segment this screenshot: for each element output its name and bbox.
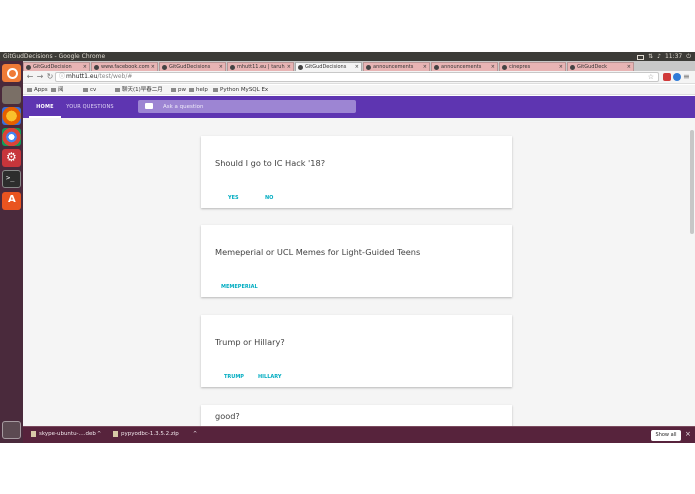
reload-icon[interactable]: ↻ <box>45 72 55 82</box>
browser-tab[interactable]: GitGudDecision × <box>23 62 90 71</box>
answer-button[interactable]: YES <box>228 195 239 201</box>
browser-tab[interactable]: mhutt11.eu | taruh × <box>227 62 294 71</box>
page-scrollbar[interactable] <box>690 130 694 234</box>
question-title: Trump or Hillary? <box>215 337 285 347</box>
window-title: GitGudDecisions - Google Chrome <box>3 53 106 60</box>
close-icon[interactable]: × <box>627 63 631 71</box>
firefox-icon[interactable] <box>2 107 21 125</box>
forward-icon[interactable]: → <box>35 72 45 82</box>
browser-tab[interactable]: GitGudDeck × <box>567 62 634 71</box>
screenshot: GitGudDecisions - Google Chrome ⇅ ♪ 11:3… <box>0 0 695 494</box>
bookmark-pw[interactable]: pw <box>171 85 186 95</box>
power-icon[interactable]: ⏻ <box>686 52 691 61</box>
extension-icon[interactable] <box>663 73 671 81</box>
web-page: HOME YOUR QUESTIONS Should I go to IC Ha… <box>23 96 695 426</box>
bookmark-star-icon[interactable]: ☆ <box>648 73 654 81</box>
menu-icon[interactable]: ≡ <box>683 73 691 81</box>
download-item[interactable]: pypyodbc-1.3.5.2.zip <box>113 431 179 437</box>
extension-icon[interactable] <box>673 73 681 81</box>
settings-icon[interactable] <box>2 149 21 167</box>
chevron-up-icon[interactable]: ^ <box>97 431 101 437</box>
address-bar[interactable]: ⓘ mhutt1.eu/test/web/# ☆ <box>55 72 659 82</box>
chevron-up-icon[interactable]: ^ <box>193 431 197 437</box>
question-title: Memeperial or UCL Memes for Light-Guided… <box>215 247 421 257</box>
close-icon[interactable]: × <box>423 63 427 71</box>
back-icon[interactable]: ← <box>25 72 35 82</box>
page-info-icon[interactable]: ⓘ <box>59 73 65 81</box>
terminal-icon[interactable] <box>2 170 21 188</box>
clock[interactable]: 11:37 <box>665 52 682 61</box>
ask-question-box[interactable] <box>138 100 356 113</box>
close-icon[interactable]: × <box>355 63 359 71</box>
dash-home-icon[interactable] <box>2 64 21 82</box>
browser-tab[interactable]: announcements × <box>431 62 498 71</box>
question-card: good? <box>201 405 512 426</box>
network-icon[interactable]: ⇅ <box>648 52 653 61</box>
answer-button[interactable]: TRUMP <box>224 374 244 380</box>
answer-button[interactable]: HILLARY <box>258 374 281 380</box>
tab-home[interactable]: HOME <box>29 96 61 118</box>
question-card: Memeperial or UCL Memes for Light-Guided… <box>201 225 512 297</box>
download-item[interactable]: skype-ubuntu-....deb <box>31 431 96 437</box>
keyboard-icon[interactable] <box>637 55 645 60</box>
show-all-button[interactable]: Show all <box>651 430 681 441</box>
tab-your-questions[interactable]: YOUR QUESTIONS <box>65 96 115 118</box>
software-center-icon[interactable] <box>2 192 21 210</box>
answer-button[interactable]: NO <box>265 195 273 201</box>
bookmark-chat[interactable]: 聊天(1)早春二月 <box>115 85 163 95</box>
url-path: /test/web/# <box>97 73 133 80</box>
browser-tab[interactable]: cinepres × <box>499 62 566 71</box>
browser-window: GitGudDecision × www.facebook.com × GitGud… <box>23 61 695 443</box>
comment-icon <box>145 103 153 109</box>
question-card: Trump or Hillary? TRUMP HILLARY <box>201 315 512 387</box>
url-host: mhutt1.eu <box>66 73 98 80</box>
browser-toolbar: ← → ↻ ⓘ mhutt1.eu/test/web/# ☆ ≡ <box>23 71 695 84</box>
download-shelf: skype-ubuntu-....deb ^ pypyodbc-1.3.5.2.… <box>23 426 695 443</box>
close-icon[interactable]: × <box>151 63 155 71</box>
close-icon[interactable]: × <box>685 430 691 438</box>
volume-icon[interactable]: ♪ <box>657 52 661 61</box>
close-icon[interactable]: × <box>219 63 223 71</box>
browser-tab-active[interactable]: GitGudDecisions × <box>295 62 362 71</box>
bookmarks-bar: Apps 阅 cv 聊天(1)早春二月 pw help Python MySQL… <box>23 85 695 95</box>
question-title: Should I go to IC Hack '18? <box>215 158 326 168</box>
ask-question-input[interactable] <box>163 100 348 113</box>
bookmark-apps[interactable]: Apps <box>27 85 48 95</box>
browser-tab[interactable]: GitGudDecisions × <box>159 62 226 71</box>
bookmark-python-mysql[interactable]: Python MySQL Ex <box>213 85 268 95</box>
answer-button[interactable]: MEMEPERIAL <box>221 284 258 290</box>
question-card: Should I go to IC Hack '18? YES NO <box>201 136 512 208</box>
bookmark-help[interactable]: help <box>189 85 208 95</box>
tab-strip: GitGudDecision × www.facebook.com × GitGud… <box>23 61 695 71</box>
close-icon[interactable]: × <box>83 63 87 71</box>
files-icon[interactable] <box>2 86 21 104</box>
browser-tab[interactable]: www.facebook.com × <box>91 62 158 71</box>
os-top-bar: GitGudDecisions - Google Chrome ⇅ ♪ 11:3… <box>0 52 695 61</box>
app-bar: HOME YOUR QUESTIONS <box>23 96 695 118</box>
launcher <box>0 61 23 443</box>
question-title: good? <box>215 411 240 421</box>
system-tray[interactable]: ⇅ ♪ 11:37 ⏻ <box>637 52 691 61</box>
close-icon[interactable]: × <box>559 63 563 71</box>
close-icon[interactable]: × <box>287 63 291 71</box>
bookmark-folder[interactable]: 阅 <box>51 85 64 95</box>
browser-tab[interactable]: announcements × <box>363 62 430 71</box>
trash-icon[interactable] <box>2 421 21 439</box>
chrome-icon[interactable] <box>2 128 21 146</box>
desktop: GitGudDecisions - Google Chrome ⇅ ♪ 11:3… <box>0 52 695 443</box>
bookmark-cv[interactable]: cv <box>83 85 96 95</box>
close-icon[interactable]: × <box>491 63 495 71</box>
